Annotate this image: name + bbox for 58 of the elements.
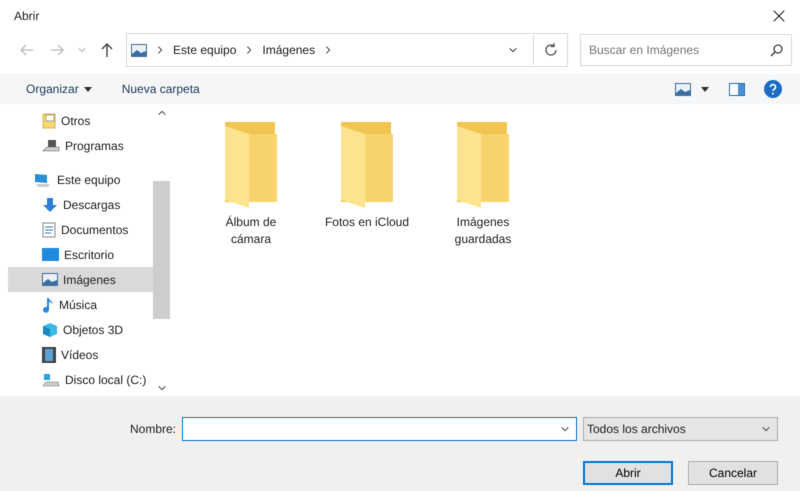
preview-pane-icon bbox=[729, 82, 745, 96]
file-name-label: Nombre: bbox=[130, 422, 176, 436]
pictures-icon bbox=[131, 44, 147, 56]
sidebar-item[interactable]: Música bbox=[8, 292, 153, 317]
sidebar-item[interactable]: Escritorio bbox=[8, 242, 153, 267]
folder-icon bbox=[42, 112, 56, 128]
refresh-icon bbox=[544, 43, 558, 57]
pictures-icon bbox=[675, 82, 691, 96]
download-arrow-icon bbox=[42, 196, 58, 212]
forward-arrow-icon bbox=[50, 44, 64, 56]
computer-icon bbox=[34, 172, 52, 188]
sidebar-item[interactable]: Programas bbox=[8, 133, 153, 158]
dropdown-triangle-icon bbox=[701, 86, 709, 92]
folder-icon bbox=[455, 122, 511, 208]
sidebar-item[interactable]: Este equipo bbox=[8, 167, 153, 192]
open-button[interactable]: Abrir bbox=[583, 460, 673, 484]
back-arrow-icon bbox=[20, 44, 34, 56]
sidebar-item[interactable]: Descargas bbox=[8, 192, 153, 217]
window-title: Abrir bbox=[14, 9, 40, 23]
chevron-down-icon bbox=[508, 45, 518, 55]
programs-icon bbox=[42, 138, 60, 152]
folder-name[interactable]: Álbum de cámara bbox=[206, 214, 296, 248]
drive-icon bbox=[42, 372, 60, 386]
search-icon bbox=[770, 44, 783, 57]
organize-menu[interactable]: Organizar bbox=[26, 82, 92, 96]
chevron-down-icon bbox=[77, 45, 87, 55]
dropdown-triangle-icon bbox=[84, 86, 92, 92]
sidebar-item[interactable]: Documentos bbox=[8, 217, 153, 242]
help-icon bbox=[764, 80, 782, 98]
desktop-icon bbox=[42, 248, 59, 261]
up-arrow-icon bbox=[101, 42, 113, 58]
scrollbar-thumb[interactable] bbox=[153, 181, 170, 319]
folder-name[interactable]: Fotos en iCloud bbox=[324, 214, 410, 231]
folder-icon bbox=[223, 122, 279, 208]
film-icon bbox=[42, 346, 56, 362]
help-button[interactable] bbox=[762, 79, 784, 99]
breadcrumb-chevron-icon bbox=[155, 45, 165, 55]
breadcrumb-item[interactable]: Imágenes bbox=[262, 43, 316, 57]
sidebar-item[interactable]: Objetos 3D bbox=[8, 317, 153, 342]
new-folder-button[interactable]: Nueva carpeta bbox=[122, 82, 200, 96]
breadcrumb-item[interactable]: Este equipo bbox=[173, 43, 236, 57]
sidebar-item[interactable]: Vídeos bbox=[8, 342, 153, 367]
file-name-field[interactable] bbox=[182, 416, 577, 440]
cube-icon bbox=[42, 322, 58, 338]
address-bar[interactable]: Este equipo Imágenes bbox=[126, 33, 568, 67]
close-button[interactable] bbox=[772, 9, 786, 23]
document-icon bbox=[42, 222, 56, 238]
file-type-dropdown[interactable]: Todos los archivos bbox=[583, 416, 778, 440]
folder-name[interactable]: Imágenes guardadas bbox=[438, 214, 528, 248]
cancel-button[interactable]: Cancelar bbox=[688, 460, 778, 484]
sidebar-item[interactable]: Imágenes bbox=[8, 267, 153, 292]
pictures-icon bbox=[42, 273, 58, 286]
search-field[interactable]: Buscar en Imágenes bbox=[580, 34, 792, 66]
folder-icon bbox=[339, 122, 395, 208]
sidebar-item[interactable]: Otros bbox=[8, 108, 153, 133]
sidebar-item[interactable]: Disco local (C:) bbox=[8, 367, 153, 392]
music-note-icon bbox=[42, 296, 54, 312]
close-icon bbox=[772, 9, 786, 23]
